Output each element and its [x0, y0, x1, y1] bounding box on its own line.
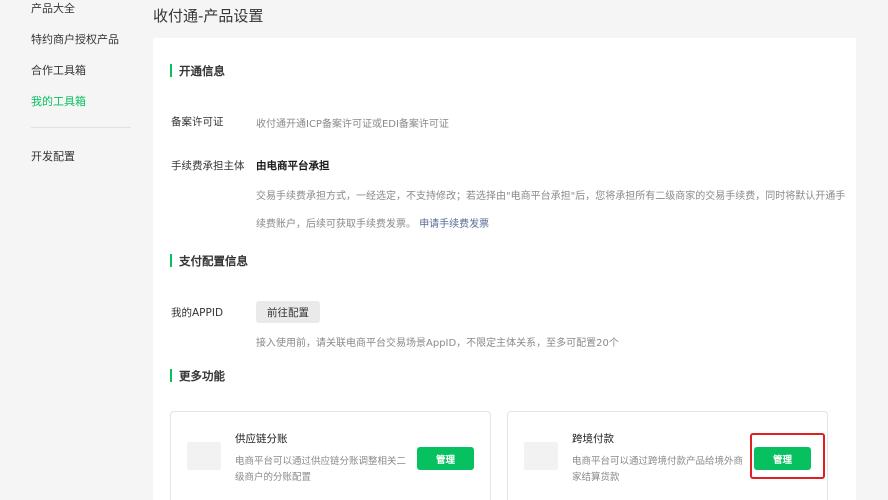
- fee-desc-line2: 续费账户，后续可获取手续费发票。 申请手续费发票: [256, 215, 489, 230]
- apply-fee-invoice-link[interactable]: 申请手续费发票: [419, 219, 489, 230]
- sidebar-item-partner-toolbox[interactable]: 合作工具箱: [31, 62, 86, 78]
- supply-chain-icon: [187, 442, 221, 470]
- section-title-pay-config: 支付配置信息: [170, 253, 248, 269]
- feature-card-desc-line1: 电商平台可以通过供应链分账调整相关二: [235, 456, 407, 467]
- sidebar-item-product-catalog[interactable]: 产品大全: [31, 0, 75, 16]
- feature-card-desc-line2: 级商户的分账配置: [235, 472, 312, 483]
- cross-border-icon: [524, 442, 558, 470]
- sidebar-item-dev-config[interactable]: 开发配置: [31, 148, 75, 164]
- sidebar-item-my-toolbox[interactable]: 我的工具箱: [31, 93, 86, 109]
- feature-card-desc-line2: 家结算货款: [572, 472, 620, 483]
- license-value: 收付通开通ICP备案许可证或EDI备案许可证: [256, 119, 449, 130]
- feature-card-desc: 电商平台可以通过跨境付款产品给境外商 家结算货款: [572, 454, 752, 486]
- appid-desc: 接入使用前，请关联电商平台交易场景AppID，不限定主体关系，至多可配置20个: [256, 338, 619, 349]
- feature-card-name: 跨境付款: [572, 433, 614, 445]
- feature-card-name: 供应链分账: [235, 433, 288, 445]
- feature-card-cross-border: 跨境付款 电商平台可以通过跨境付款产品给境外商 家结算货款 管理: [507, 411, 828, 500]
- fee-desc-text: 续费账户，后续可获取手续费发票。: [256, 219, 416, 230]
- license-label: 备案许可证: [171, 116, 224, 128]
- sidebar: 产品大全 特约商户授权产品 合作工具箱 我的工具箱 开发配置: [0, 0, 150, 500]
- section-title-open-info: 开通信息: [170, 63, 225, 79]
- manage-cross-border-button[interactable]: 管理: [754, 447, 811, 470]
- manage-supply-chain-button[interactable]: 管理: [417, 447, 474, 470]
- feature-card-supply-chain: 供应链分账 电商平台可以通过供应链分账调整相关二 级商户的分账配置 管理: [170, 411, 491, 500]
- fee-desc-line1: 交易手续费承担方式，一经选定，不支持修改；若选择由"电商平台承担"后，您将承担所…: [256, 191, 846, 202]
- settings-panel: 开通信息 备案许可证 收付通开通ICP备案许可证或EDI备案许可证 手续费承担主…: [153, 38, 856, 500]
- fee-bearer-value: 由电商平台承担: [256, 160, 330, 172]
- feature-card-desc: 电商平台可以通过供应链分账调整相关二 级商户的分账配置: [235, 454, 415, 486]
- appid-label: 我的APPID: [171, 307, 224, 319]
- fee-bearer-label: 手续费承担主体: [171, 160, 245, 172]
- section-title-more-features: 更多功能: [170, 368, 225, 384]
- sidebar-item-authorized-products[interactable]: 特约商户授权产品: [31, 31, 119, 47]
- go-configure-button[interactable]: 前往配置: [256, 301, 320, 323]
- feature-card-desc-line1: 电商平台可以通过跨境付款产品给境外商: [572, 456, 744, 467]
- page-title: 收付通-产品设置: [153, 7, 264, 25]
- sidebar-divider: [31, 127, 131, 128]
